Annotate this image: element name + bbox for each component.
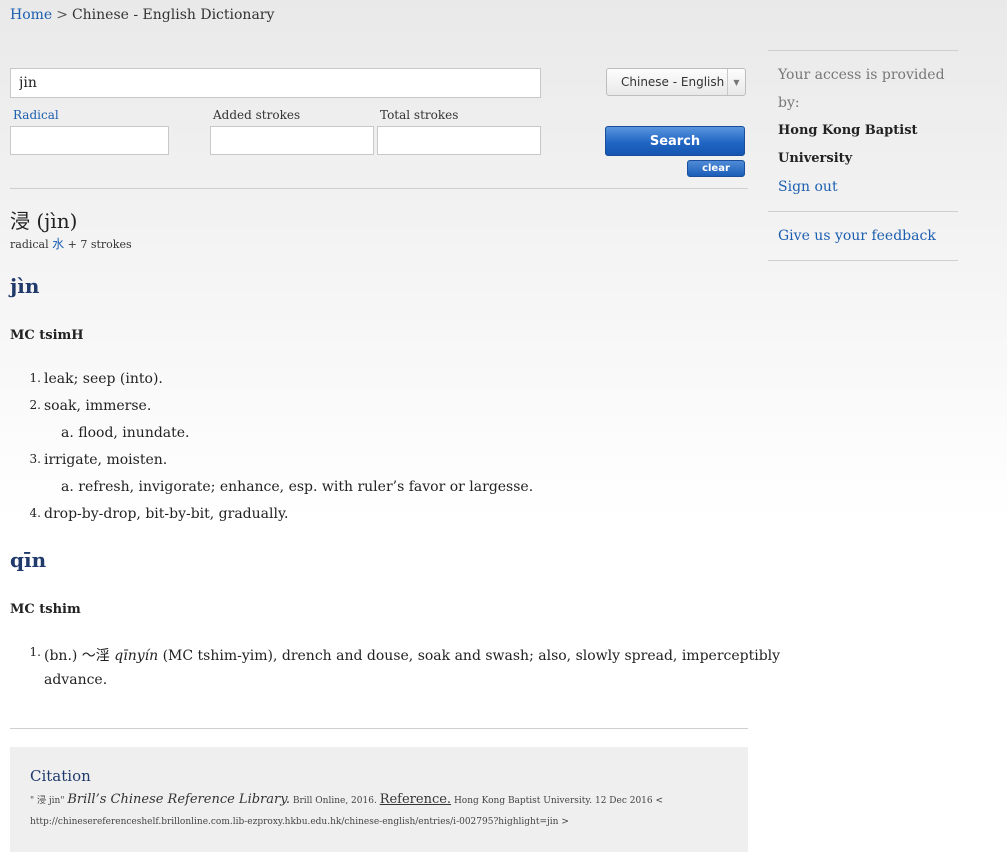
citation-publisher: Brill Online, 2016. (292, 796, 377, 806)
breadcrumb-separator: > (56, 7, 68, 23)
citation-title: Citation (30, 767, 91, 785)
definition-number: 4. (29, 506, 41, 520)
access-text: Your access is provided (778, 67, 945, 83)
middle-chinese: MC tshim (10, 602, 81, 617)
definition-item: 1. (bn.) ～淫 qīnyín (MC tshim-yim), drench… (30, 645, 781, 665)
total-strokes-label: Total strokes (380, 108, 459, 122)
citation-text: " 浸 jin" Brill’s Chinese Reference Libra… (30, 792, 663, 807)
sidebar-divider (768, 260, 958, 261)
definition-italic: qīnyín (114, 648, 159, 664)
language-select[interactable]: Chinese - English ▼ (606, 68, 746, 96)
definition-number: 3. (29, 452, 41, 466)
citation-reference-link[interactable]: Reference. (380, 792, 451, 807)
definition-text: (bn.) ～淫 (44, 648, 110, 664)
breadcrumb-home-link[interactable]: Home (10, 7, 52, 23)
sub-definition: a. refresh, invigorate; enhance, esp. wi… (61, 479, 534, 495)
sign-out-link[interactable]: Sign out (778, 173, 838, 201)
definition-number: 1. (29, 371, 41, 385)
sub-definition: a. flood, inundate. (61, 425, 190, 441)
reading-pinyin: jìn (10, 274, 40, 298)
definition-item: 4. drop-by-drop, bit-by-bit, gradually. (30, 506, 289, 522)
reading-pinyin: qīn (10, 548, 47, 572)
added-strokes-label: Added strokes (213, 108, 301, 122)
citation-library: Brill’s Chinese Reference Library. (67, 792, 290, 807)
definition-item: 1. leak; seep (into). (30, 371, 163, 387)
citation-access: Hong Kong Baptist University. 12 Dec 201… (453, 796, 664, 806)
institution-name: Hong Kong Baptist (778, 123, 918, 138)
entry-headword: 浸 (jìn) (10, 209, 78, 233)
institution-name: University (778, 151, 853, 166)
breadcrumb-current: Chinese - English Dictionary (71, 7, 275, 23)
language-select-value: Chinese - English (621, 75, 725, 89)
definition-item: 2. soak, immerse. (30, 398, 152, 414)
divider (10, 728, 748, 729)
definition-text: leak; seep (into). (44, 371, 163, 387)
radical-field[interactable] (10, 126, 169, 155)
definition-text: soak, immerse. (44, 398, 152, 414)
middle-chinese: MC tsimH (10, 328, 84, 343)
citation-url: http://chinesereferenceshelf.brillonline… (30, 817, 569, 827)
definition-item: 3. irrigate, moisten. (30, 452, 168, 468)
access-text: by: (778, 95, 800, 111)
breadcrumb: Home > Chinese - English Dictionary (10, 7, 274, 23)
radical-char-link[interactable]: 水 (52, 237, 64, 251)
definition-number: 1. (29, 645, 41, 659)
clear-button[interactable]: clear (687, 160, 745, 177)
search-input[interactable] (10, 68, 541, 98)
definition-text: (MC tshim-yim), drench and douse, soak a… (162, 648, 781, 664)
citation-prefix: " 浸 jin" (30, 796, 65, 806)
sidebar-divider (768, 211, 958, 212)
entry-radical-info: radical 水 + 7 strokes (10, 235, 132, 252)
citation-box: Citation " 浸 jin" Brill’s Chinese Refere… (10, 747, 748, 852)
search-button[interactable]: Search (605, 126, 745, 156)
radical-suffix: + 7 strokes (67, 238, 132, 251)
chevron-down-icon: ▼ (727, 69, 745, 95)
definition-continuation: advance. (44, 672, 108, 688)
added-strokes-field[interactable] (210, 126, 374, 155)
definition-text: irrigate, moisten. (44, 452, 168, 468)
definition-number: 2. (29, 398, 41, 412)
feedback-link[interactable]: Give us your feedback (778, 222, 936, 250)
radical-link[interactable]: Radical (13, 108, 59, 122)
total-strokes-field[interactable] (377, 126, 541, 155)
radical-prefix: radical (10, 238, 49, 251)
divider (10, 188, 748, 189)
sidebar-divider (768, 50, 958, 51)
definition-text: drop-by-drop, bit-by-bit, gradually. (44, 506, 289, 522)
